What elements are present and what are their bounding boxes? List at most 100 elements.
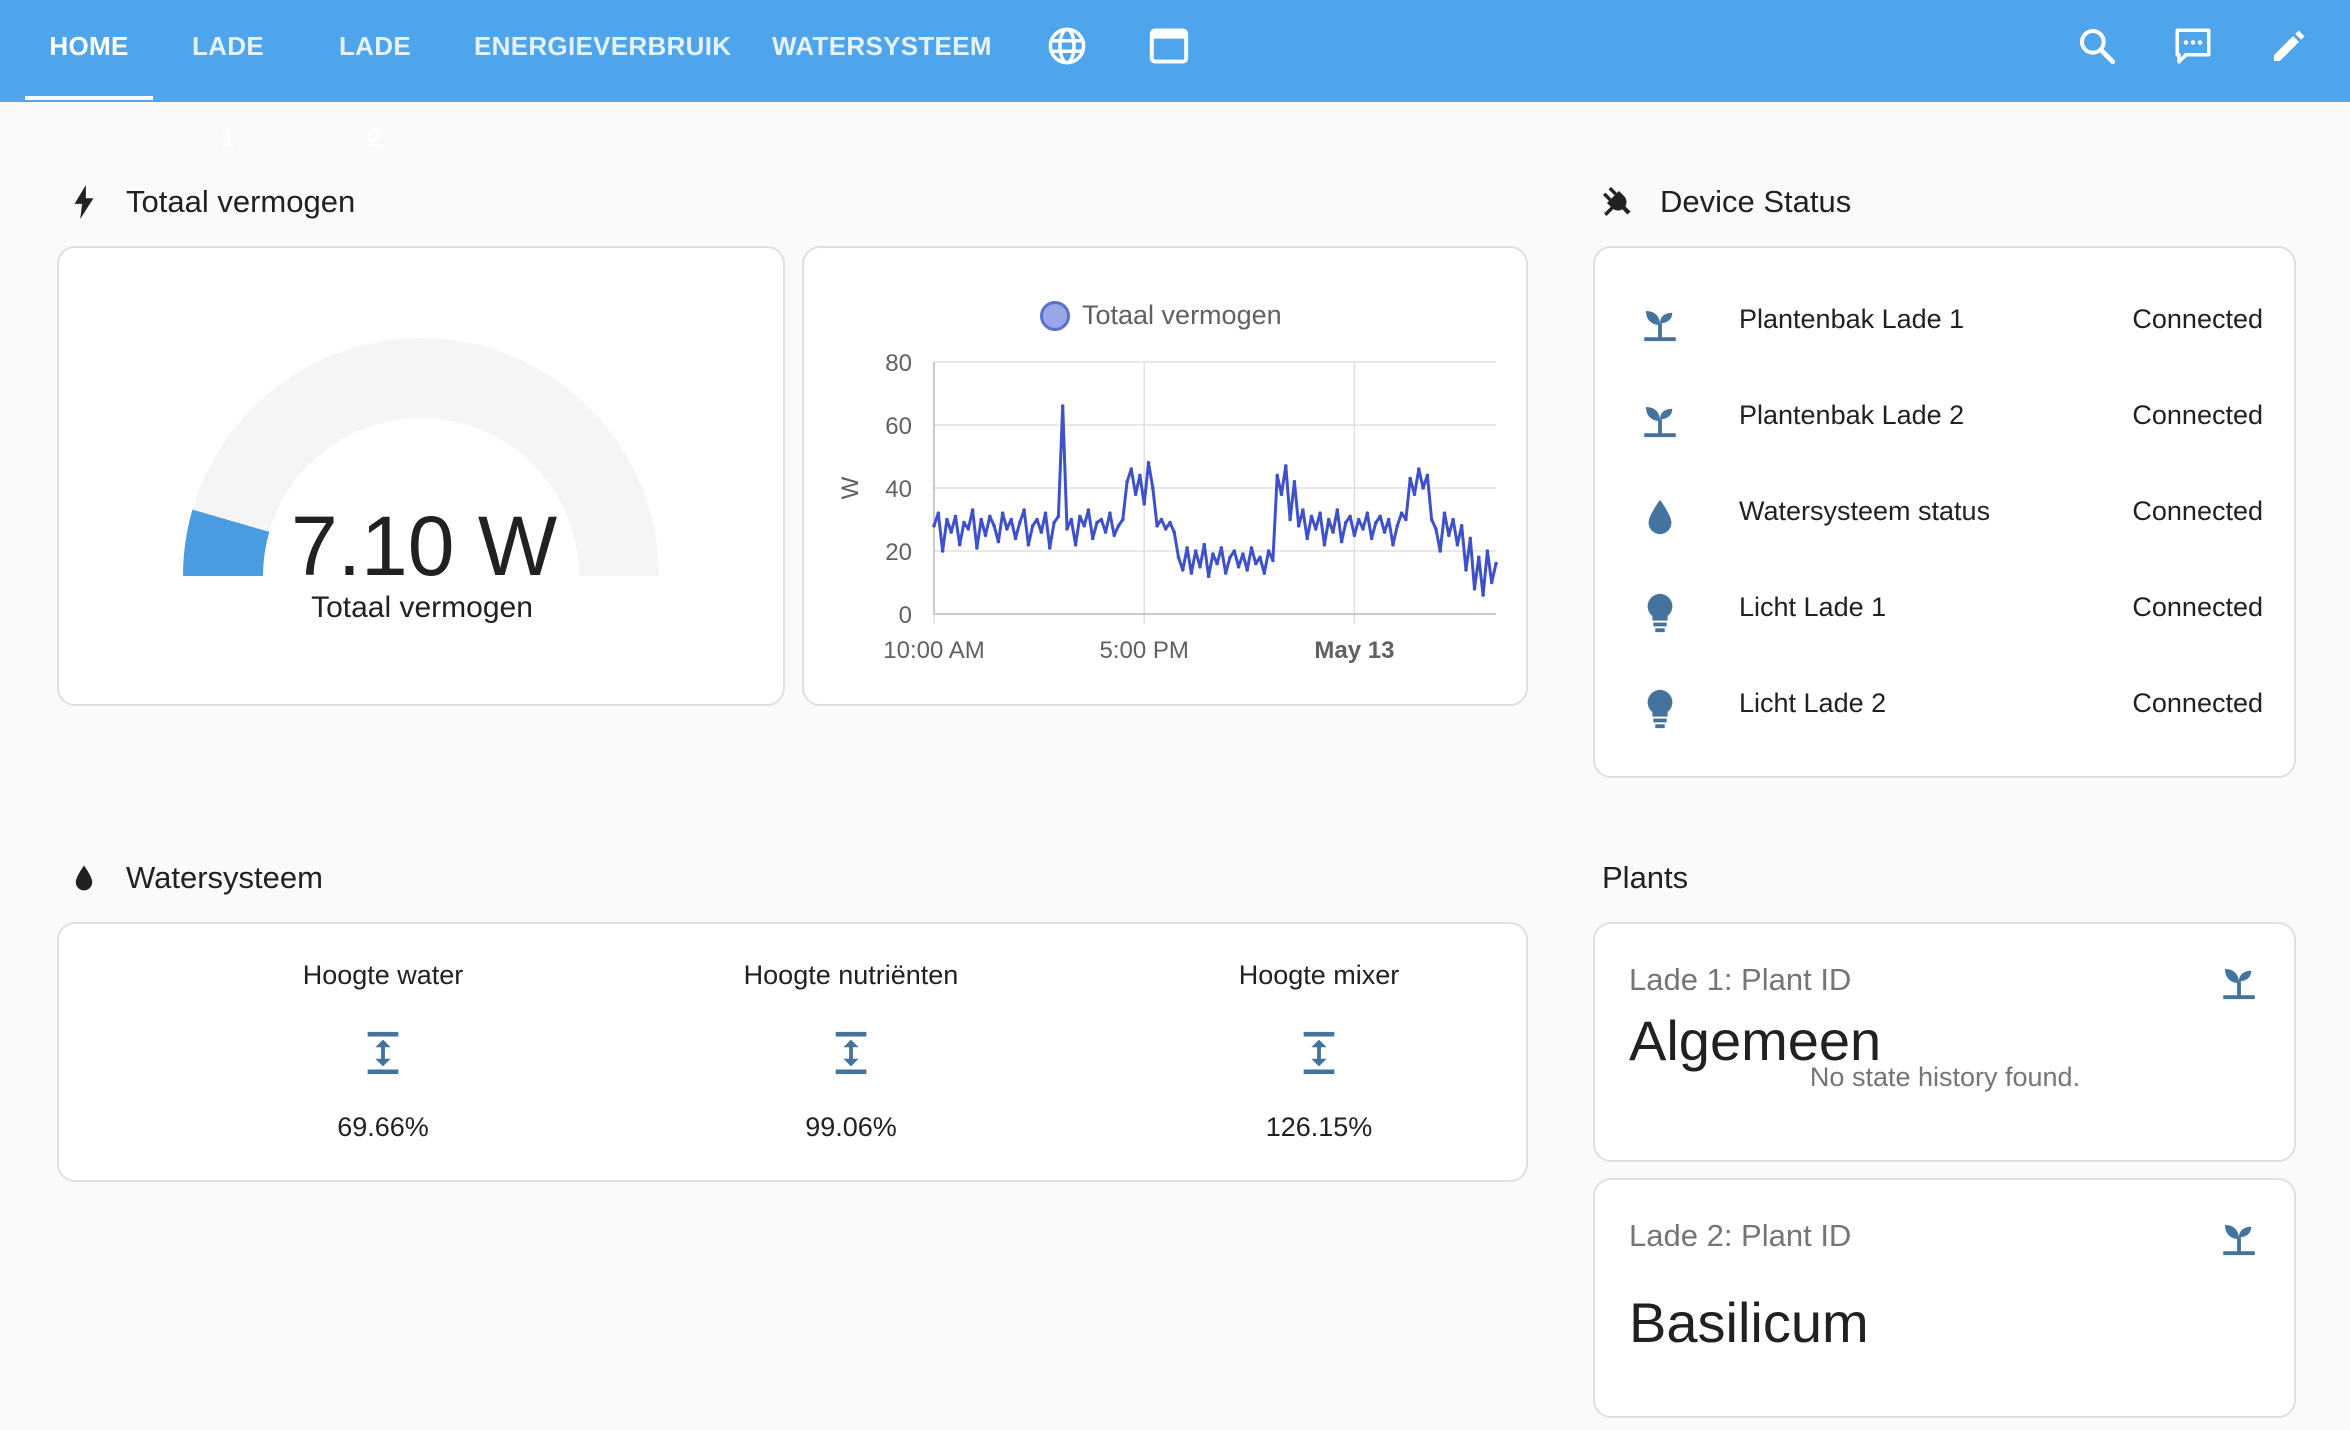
y-tick-label: 80 <box>885 350 912 377</box>
data-point <box>1296 524 1301 528</box>
data-point <box>1159 517 1164 522</box>
tab-home[interactable]: HOME <box>48 0 130 102</box>
gauge-value: 7.10 W <box>291 499 558 593</box>
x-tick-label: May 13 <box>1314 637 1394 664</box>
data-point <box>1236 565 1241 569</box>
plant-card-title: Lade 1: Plant ID <box>1629 962 1852 997</box>
data-point <box>1202 542 1207 547</box>
plant-card[interactable]: Lade 2: Plant ID Basilicum <box>1593 1178 2296 1418</box>
data-point <box>1211 552 1215 556</box>
device-state: Connected <box>2132 496 2263 526</box>
tab-watersysteem[interactable]: WATERSYSTEEM <box>772 0 992 102</box>
data-point <box>983 533 988 538</box>
water-level-value: 99.06% <box>805 1112 897 1142</box>
water-level-item[interactable]: Hoogte water 69.66% <box>149 924 617 1180</box>
data-point <box>1382 530 1387 534</box>
data-point <box>1073 542 1078 547</box>
data-point <box>1095 520 1099 525</box>
tab-lade-2[interactable]: LADE 2 <box>328 0 422 153</box>
chat-icon[interactable] <box>2168 21 2218 71</box>
data-point <box>1344 520 1348 525</box>
line-chart: 0 20 40 60 80 10:00 AM 5:00 PM May 13 W <box>837 350 1498 664</box>
gauge-label: Totaal vermogen <box>311 591 533 624</box>
window-icon[interactable] <box>1144 21 1194 71</box>
height-icon <box>831 1030 871 1076</box>
data-point <box>1146 461 1151 465</box>
data-point <box>1000 511 1005 515</box>
device-state: Connected <box>2132 592 2263 622</box>
data-point <box>953 514 958 519</box>
data-point <box>1039 530 1044 534</box>
plant-card[interactable]: Lade 1: Plant ID Algemeen No state histo… <box>1593 922 2296 1162</box>
section-header-devices: Device Status <box>1598 180 1851 224</box>
data-point <box>1489 580 1494 585</box>
data-point <box>1026 542 1031 547</box>
data-point <box>1352 533 1357 538</box>
water-level-item[interactable]: Hoogte mixer 126.15% <box>1085 924 1553 1180</box>
data-point <box>1043 511 1048 515</box>
data-point <box>979 517 983 522</box>
data-point <box>1417 467 1421 471</box>
plant-name: Basilicum <box>1629 1291 1869 1354</box>
data-point <box>1155 524 1159 528</box>
data-point <box>940 549 945 553</box>
device-state: Connected <box>2132 688 2263 718</box>
pencil-icon[interactable] <box>2264 21 2314 71</box>
data-point <box>1399 511 1404 515</box>
data-point <box>1262 571 1267 575</box>
device-row[interactable]: Licht Lade 1 Connected <box>1595 562 2295 658</box>
tab-energieverbruik[interactable]: ENERGIEVERBRUIK <box>474 0 731 102</box>
data-point <box>1198 565 1202 569</box>
water-level-item[interactable]: Hoogte nutriënten 99.06% <box>617 924 1085 1180</box>
data-point <box>1472 587 1477 591</box>
y-tick-label: 20 <box>885 539 912 566</box>
device-row[interactable]: Plantenbak Lade 1 Connected <box>1595 274 2295 370</box>
data-point <box>1288 517 1292 522</box>
sprout-icon <box>1637 398 1683 444</box>
data-point <box>1082 524 1086 528</box>
data-point <box>1292 479 1297 484</box>
water-level-label: Hoogte water <box>302 960 464 990</box>
x-tick-label: 10:00 AM <box>883 637 984 664</box>
data-point <box>1129 467 1134 471</box>
data-point <box>1279 492 1284 497</box>
data-point <box>1438 549 1442 553</box>
history-chart-card[interactable]: Totaal vermogen 0 20 40 60 80 10:00 AM 5:00 PM… <box>802 246 1528 706</box>
data-point <box>1464 568 1468 572</box>
data-point <box>975 546 979 550</box>
data-point <box>1459 524 1464 528</box>
data-point <box>1361 527 1365 531</box>
gauge-card[interactable]: 7.10 W Totaal vermogen <box>57 246 785 706</box>
data-point <box>1099 517 1104 522</box>
data-point <box>1421 486 1425 490</box>
data-point <box>949 530 953 534</box>
data-point <box>1284 464 1288 468</box>
data-point <box>1133 492 1138 497</box>
x-tick-label: 5:00 PM <box>1100 637 1189 664</box>
tab-lade-1[interactable]: LADE 1 <box>182 0 274 153</box>
data-point <box>1429 517 1434 522</box>
search-icon[interactable] <box>2072 21 2122 71</box>
data-point <box>1326 517 1331 522</box>
section-header-plants: Plants <box>1602 856 1688 900</box>
data-point <box>1151 486 1155 490</box>
plug-icon <box>1598 182 1638 222</box>
data-point <box>1477 555 1481 560</box>
globe-icon[interactable] <box>1042 21 1092 71</box>
height-icon <box>363 1030 403 1076</box>
data-point <box>1069 517 1074 522</box>
device-row[interactable]: Watersysteem status Connected <box>1595 466 2295 562</box>
lightbulb-icon <box>1637 590 1683 636</box>
device-row[interactable]: Plantenbak Lade 2 Connected <box>1595 370 2295 466</box>
data-point <box>1228 555 1232 560</box>
device-name: Licht Lade 1 <box>1739 592 1887 622</box>
data-point <box>1434 527 1438 531</box>
data-point <box>1116 524 1121 528</box>
data-point <box>1241 552 1245 556</box>
data-point <box>1022 508 1026 512</box>
data-point <box>1185 546 1189 550</box>
section-header-water: Watersysteem <box>64 856 323 900</box>
plant-card-title: Lade 2: Plant ID <box>1629 1218 1852 1253</box>
device-row[interactable]: Licht Lade 2 Connected <box>1595 658 2295 754</box>
data-point <box>1223 571 1228 575</box>
